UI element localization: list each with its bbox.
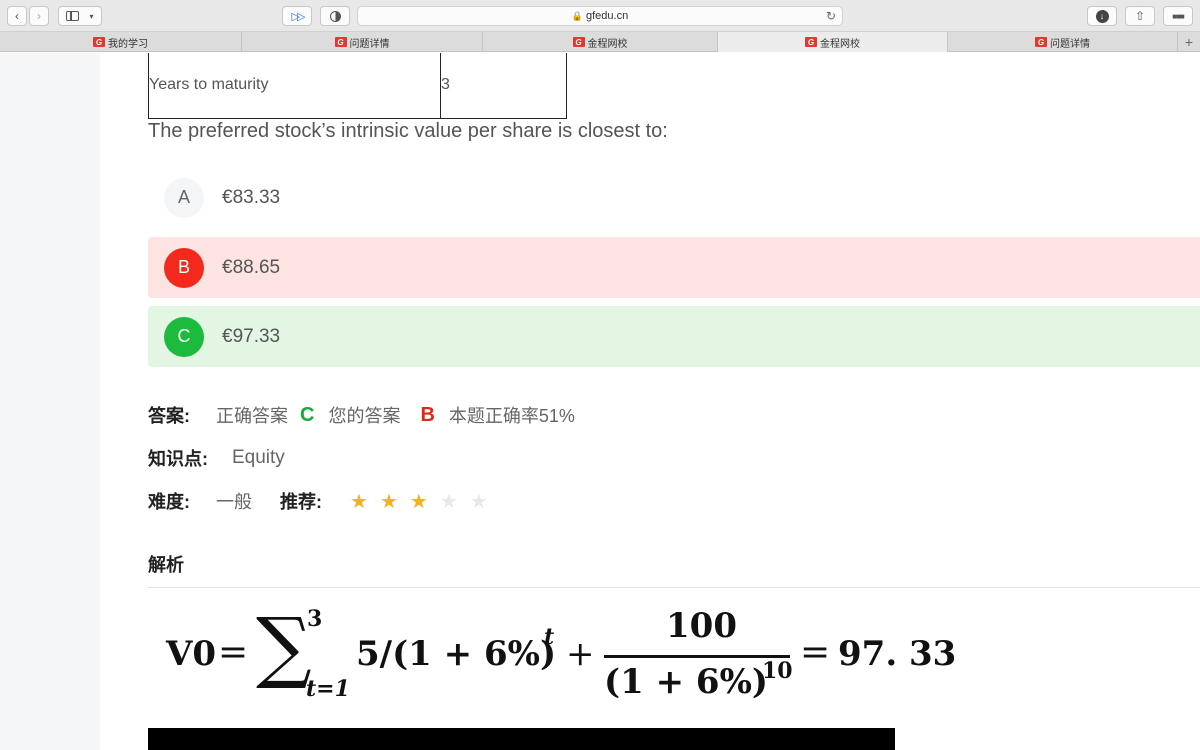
chevron-down-icon: ▾ (89, 11, 94, 21)
chevron-right-icon: › (37, 9, 41, 23)
star-filled-icon: ★ (350, 490, 368, 513)
grid-icon: ■■■ (1172, 11, 1184, 21)
answer-row: 答案: 正确答案 C 您的答案 B 本题正确率51% (148, 402, 575, 428)
star-filled-icon: ★ (409, 490, 428, 513)
correct-answer-label: 正确答案 (216, 406, 288, 426)
recommend-label: 推荐: (280, 492, 322, 512)
gfedu-icon: G (334, 37, 347, 47)
difficulty-value: 一般 (216, 492, 252, 512)
download-icon: ↓ (1095, 9, 1109, 23)
forward-button[interactable]: › (29, 6, 49, 26)
reload-icon[interactable]: ↻ (826, 9, 836, 23)
tab-label: 问题详情 (349, 38, 390, 50)
option-letter: C (164, 316, 204, 357)
formula-term: 5/(1 + 6%) (356, 634, 557, 674)
your-answer-value: B (420, 403, 435, 426)
analysis-title: 解析 (148, 555, 184, 575)
tab-my-study[interactable]: G 我的学习 (0, 32, 242, 52)
knowledge-row: 知识点: Equity (148, 445, 285, 471)
tab-label: 金程网校 (587, 38, 628, 50)
divider (148, 587, 1200, 588)
option-text: €97.33 (222, 325, 281, 347)
rating-stars: ★ ★ ★ ★ ★ (350, 489, 500, 514)
your-answer-label: 您的答案 (328, 406, 401, 426)
plus-icon: + (1184, 34, 1194, 50)
tab-gfedu-school-active[interactable]: G 金程网校 (718, 32, 948, 52)
star-empty-icon: ★ (469, 490, 488, 513)
option-text: €83.33 (222, 186, 281, 208)
question-text: The preferred stock’s intrinsic value pe… (148, 120, 668, 142)
gfedu-icon: G (572, 37, 585, 47)
formula-sum-upper: 3 (307, 606, 323, 632)
gfedu-icon: G (805, 37, 817, 47)
new-tab-button[interactable]: + (1178, 32, 1200, 52)
formula-term-exp: t (544, 624, 555, 650)
correct-answer-value: C (300, 403, 315, 426)
tab-label: 问题详情 (1050, 38, 1090, 50)
formula-result: 97. 33 (838, 634, 957, 674)
address-bar[interactable]: 🔒 gfedu.cn ↻ (357, 6, 843, 26)
option-b[interactable]: B €88.65 (148, 237, 1200, 298)
formula-numerator: 100 (666, 606, 737, 646)
chevron-left-icon: ‹ (15, 9, 19, 23)
media-area (148, 728, 895, 750)
privacy-button[interactable] (320, 6, 350, 26)
question-table: Years to maturity 3 (148, 53, 567, 119)
tab-label: 我的学习 (108, 38, 148, 50)
table-row: Years to maturity 3 (148, 53, 567, 119)
tab-overview-button[interactable]: ■■■ (1163, 6, 1193, 26)
sidebar-icon (66, 11, 80, 21)
option-c[interactable]: C €97.33 (148, 306, 1200, 367)
difficulty-label: 难度: (148, 492, 190, 512)
option-letter: B (164, 247, 204, 288)
sidebar-toggle-button[interactable]: ▾ (58, 6, 102, 26)
formula-lhs: V0 (166, 634, 217, 674)
knowledge-value: Equity (232, 447, 285, 468)
table-cell-value: 3 (440, 53, 567, 119)
gfedu-icon: G (1035, 37, 1047, 47)
left-panel (0, 53, 100, 750)
tab-gfedu-school[interactable]: G 金程网校 (483, 32, 718, 52)
shield-icon (329, 10, 341, 22)
difficulty-row: 难度: 一般 推荐: ★ ★ ★ ★ ★ (148, 488, 500, 514)
downloads-button[interactable]: ↓ (1087, 6, 1117, 26)
share-icon: ⇧ (1134, 9, 1146, 23)
table-cell-label: Years to maturity (148, 53, 441, 119)
fast-forward-icon: ▷▷ (291, 10, 306, 23)
option-letter: A (164, 177, 204, 218)
share-button[interactable]: ⇧ (1125, 6, 1155, 26)
lock-icon: 🔒 (571, 10, 583, 21)
back-button[interactable]: ‹ (7, 6, 27, 26)
reader-button[interactable]: ▷▷ (282, 6, 312, 26)
gfedu-icon: G (93, 37, 105, 47)
formula-equals: = (218, 632, 249, 673)
option-a[interactable]: A €83.33 (148, 167, 1200, 228)
answer-label: 答案: (148, 406, 190, 426)
sigma-icon: ∑ (256, 602, 312, 692)
accuracy-rate: 本题正确率51% (448, 406, 575, 426)
formula-sum-lower: t=1 (306, 676, 350, 702)
tab-label: 金程网校 (820, 38, 860, 50)
tab-bar: G 我的学习 G 问题详情 G 金程网校 G 金程网校 G 问题详情 + (0, 32, 1200, 52)
formula-plus: + (566, 634, 595, 674)
formula-denominator: (1 + 6%) (604, 662, 768, 702)
formula-den-exp: 10 (762, 658, 793, 684)
star-filled-icon: ★ (379, 490, 398, 513)
formula-equals-2: = (800, 632, 831, 673)
star-empty-icon: ★ (439, 490, 458, 513)
url-text: gfedu.cn (586, 10, 629, 22)
knowledge-label: 知识点: (148, 449, 208, 469)
browser-toolbar: ‹ › ▾ ▷▷ 🔒 gfedu.cn ↻ ↓ ⇧ ■■■ (0, 0, 1200, 32)
option-text: €88.65 (222, 256, 281, 278)
tab-question-detail-2[interactable]: G 问题详情 (948, 32, 1178, 52)
tab-question-detail[interactable]: G 问题详情 (242, 32, 483, 52)
